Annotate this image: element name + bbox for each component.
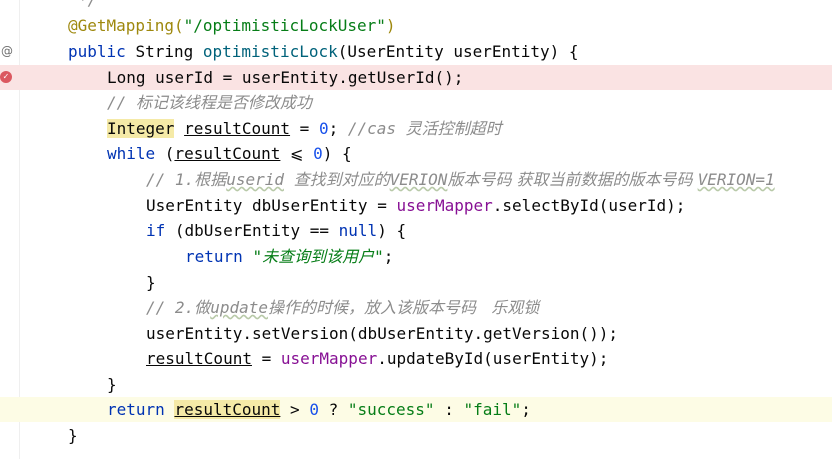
comment-prefix: //cas (347, 119, 406, 138)
string-quote: " (252, 247, 263, 266)
code-line[interactable]: // 标记该线程是否修改成功 (0, 90, 832, 115)
keyword: if (146, 221, 166, 240)
variable: resultCount (174, 400, 281, 419)
number: 0 (309, 400, 319, 419)
keyword: public (68, 42, 136, 61)
string-literal: "/optimisticLockUser" (183, 16, 386, 35)
brace: } (146, 273, 156, 292)
field: userMapper (280, 349, 378, 368)
statement: resultCount = userMapper.updateById(user… (146, 346, 608, 371)
code-line[interactable]: userEntity.setVersion(dbUserEntity.getVe… (0, 321, 832, 346)
code-line[interactable]: } (0, 423, 832, 448)
code-line[interactable]: if (dbUserEntity == null) { (0, 218, 832, 243)
variable: resultCount (146, 349, 252, 368)
semicolon: ; (328, 119, 348, 138)
string-literal: "success" (347, 400, 435, 419)
string-literal: 未查询到该用户 (262, 247, 375, 266)
code-line-current[interactable]: return resultCount > 0 ? "success" : "fa… (0, 397, 832, 422)
method-signature: public String optimisticLock(UserEntity … (68, 39, 579, 64)
annotation: @GetMapping( (68, 16, 184, 35)
brace: ) { (322, 144, 352, 163)
type-name: String (135, 42, 203, 61)
code-line[interactable]: } (0, 270, 832, 295)
code-line[interactable]: @GetMapping("/optimisticLockUser") (0, 13, 832, 38)
code-line[interactable]: return "未查询到该用户"; (0, 244, 832, 269)
variable: resultCount (184, 119, 291, 138)
comment: // 1.根据userid 查找到对应的VERION版本号码 获取当前数据的版本… (146, 167, 775, 192)
operator: ⩽ (280, 144, 314, 163)
condition: (dbUserEntity == (165, 221, 339, 240)
comment-text: update (210, 298, 268, 317)
number: 0 (313, 144, 323, 163)
operator: = (290, 119, 319, 138)
paren: ( (155, 144, 175, 163)
comment-prefix: // (107, 93, 136, 112)
semicolon: ; (383, 247, 394, 266)
code-line[interactable]: // 2.做update操作的时候，放入该版本号码 乐观锁 (0, 295, 832, 320)
annotation-line: @GetMapping("/optimisticLockUser") (68, 13, 396, 38)
comment: // 标记该线程是否修改成功 (107, 90, 312, 115)
keyword: null (338, 221, 378, 240)
comment-text: VERION (389, 170, 448, 189)
variable: resultCount (174, 144, 281, 163)
type-name: Integer (107, 119, 175, 138)
string-quote: " (374, 247, 384, 266)
comment-prefix: // 2. (146, 298, 195, 317)
code-editor[interactable]: */ @GetMapping("/optimisticLockUser") @ … (0, 0, 832, 459)
statement: userEntity.setVersion(dbUserEntity.getVe… (146, 324, 619, 343)
field: userMapper (396, 196, 493, 215)
operator: : (434, 400, 464, 419)
operator: = (251, 349, 281, 368)
code-line[interactable]: } (0, 372, 832, 397)
while-statement: while (resultCount ⩽ 0) { (107, 141, 352, 166)
semicolon: ; (521, 400, 531, 419)
declaration: UserEntity dbUserEntity = (146, 196, 397, 215)
keyword: return (107, 400, 175, 419)
brace: } (107, 375, 117, 394)
code-line[interactable]: UserEntity dbUserEntity = userMapper.sel… (0, 193, 832, 218)
code-line[interactable]: @ public String optimisticLock(UserEntit… (0, 39, 832, 64)
return-statement: return resultCount > 0 ? "success" : "fa… (107, 397, 531, 422)
statement: Integer resultCount = 0; //cas 灵活控制超时 (107, 116, 502, 141)
comment-text: 做 (194, 298, 211, 317)
method-call: .updateById(userEntity); (377, 349, 609, 368)
keyword: while (107, 144, 156, 163)
comment-text: 版本号码 获取当前数据的版本号码 (447, 170, 698, 189)
annotation-close: ) (385, 16, 396, 35)
comment-text: 根据 (194, 170, 227, 189)
comment-text: userid (226, 170, 284, 189)
code-line-breakpoint[interactable]: ✓ Long userId = userEntity.getUserId(); (0, 65, 832, 90)
code-line[interactable]: // 1.根据userid 查找到对应的VERION版本号码 获取当前数据的版本… (0, 167, 832, 192)
return-statement: return "未查询到该用户"; (185, 244, 393, 269)
code-line[interactable]: */ (0, 0, 832, 12)
code-line[interactable]: Integer resultCount = 0; //cas 灵活控制超时 (0, 116, 832, 141)
operator: > (280, 400, 310, 419)
code-line[interactable]: while (resultCount ⩽ 0) { (0, 141, 832, 166)
if-statement: if (dbUserEntity == null) { (146, 218, 406, 243)
at-sign-icon[interactable]: @ (0, 43, 14, 59)
method-name: optimisticLock (202, 42, 338, 61)
number: 0 (318, 119, 329, 138)
comment-text: 查找到对应的 (293, 170, 390, 189)
breakpoint-icon[interactable]: ✓ (0, 71, 12, 83)
code-line[interactable]: resultCount = userMapper.updateById(user… (0, 346, 832, 371)
comment-text: 操作的时候，放入该版本号码 乐观锁 (267, 298, 540, 317)
comment: // 2.做update操作的时候，放入该版本号码 乐观锁 (146, 295, 539, 320)
brace: ) { (377, 221, 407, 240)
comment-end: */ (78, 0, 97, 12)
brace: } (68, 426, 78, 445)
method-call: .selectById(userId); (492, 196, 686, 215)
comment-text: 灵活控制超时 (405, 119, 502, 138)
statement: Long userId = userEntity.getUserId(); (107, 68, 464, 87)
operator: ? (318, 400, 348, 419)
statement: UserEntity dbUserEntity = userMapper.sel… (146, 193, 685, 218)
comment-text: VERION=1 (697, 170, 775, 189)
string-literal: "fail" (463, 400, 522, 419)
comment-prefix: // 1. (146, 170, 195, 189)
keyword: return (185, 247, 253, 266)
params: (UserEntity userEntity) { (337, 42, 579, 61)
comment-text: 标记该线程是否修改成功 (135, 93, 312, 112)
